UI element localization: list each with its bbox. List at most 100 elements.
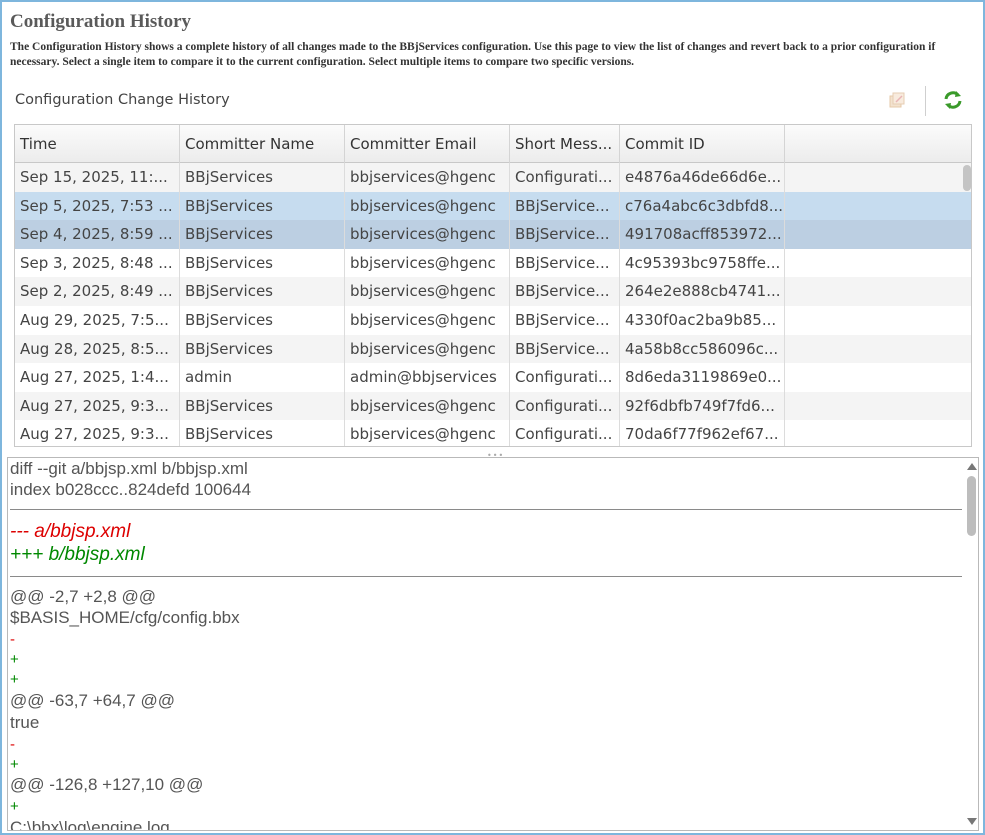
table-row[interactable]: Sep 5, 2025, 7:53 ... BBjServices bbjservi… [15, 191, 971, 221]
cell-filler [785, 420, 971, 446]
cell-filler [785, 192, 971, 221]
table-row[interactable]: Aug 27, 2025, 1:4... admin admin@bbjservic… [15, 363, 971, 392]
table-row[interactable]: Sep 3, 2025, 8:48 ... BBjServices bbjservi… [15, 248, 971, 278]
cell-commit-id: 92f6dbfb749f7fd6... [620, 391, 785, 421]
cell-short-message: BBjService... [510, 248, 620, 278]
page-title: Configuration History [10, 11, 192, 32]
cell-time: Aug 27, 2025, 9:3... [15, 391, 180, 421]
scroll-up-icon[interactable] [967, 463, 977, 470]
page-description: The Configuration History shows a comple… [10, 41, 936, 68]
grid-header: Time Committer Name Committer Email Shor… [15, 125, 971, 163]
table-row[interactable]: Aug 27, 2025, 9:3... BBjServices bbjservic… [15, 391, 971, 421]
column-header-committer-name[interactable]: Committer Name [180, 125, 345, 163]
cell-time: Sep 2, 2025, 8:49 ... [15, 277, 180, 306]
refresh-button[interactable] [942, 89, 964, 111]
cell-time: Sep 15, 2025, 11:... [15, 163, 180, 192]
cell-committer-name: BBjServices [180, 163, 345, 192]
cell-time: Aug 27, 2025, 1:4... [15, 363, 180, 392]
cell-committer-email: bbjservices@hgenc [345, 420, 510, 446]
cell-committer-name: BBjServices [180, 220, 345, 249]
refresh-icon [944, 91, 962, 109]
cell-short-message: Configurati... [510, 391, 620, 421]
table-row[interactable]: Sep 4, 2025, 8:59 ... BBjServices bbjservi… [15, 220, 971, 249]
column-header-committer-email[interactable]: Committer Email [345, 125, 510, 163]
column-header-short-message[interactable]: Short Mess... [510, 125, 620, 163]
diff-file-a: --- a/bbjsp.xml [10, 521, 131, 542]
cell-short-message: BBjService... [510, 277, 620, 306]
cell-committer-email: bbjservices@hgenc [345, 248, 510, 278]
diff-hunk-header: @@ -63,7 +64,7 @@ [10, 691, 175, 710]
cell-short-message: BBjService... [510, 305, 620, 335]
diff-scrollbar[interactable] [964, 458, 978, 830]
cell-commit-id: 70da6f77f962ef67... [620, 420, 785, 446]
cell-commit-id: c76a4abc6c3dbfd8... [620, 191, 785, 221]
cell-committer-name: BBjServices [180, 305, 345, 335]
cell-committer-email: bbjservices@hgenc [345, 277, 510, 306]
cell-committer-email: bbjservices@hgenc [345, 163, 510, 192]
diff-viewer: diff --git a/bbjsp.xml b/bbjsp.xml index… [7, 457, 979, 831]
cell-time: Sep 4, 2025, 8:59 ... [15, 220, 180, 249]
divider [10, 509, 962, 510]
revert-button[interactable] [886, 89, 908, 111]
column-header-filler [785, 125, 971, 163]
cell-commit-id: 4c95393bc9758ffe... [620, 248, 785, 278]
column-header-time[interactable]: Time [15, 125, 180, 163]
cell-filler [785, 163, 971, 192]
cell-time: Sep 5, 2025, 7:53 ... [15, 191, 180, 221]
cell-committer-email: bbjservices@hgenc [345, 334, 510, 364]
diff-header-line: diff --git a/bbjsp.xml b/bbjsp.xml [10, 459, 248, 478]
cell-short-message: Configurati... [510, 420, 620, 446]
cell-filler [785, 363, 971, 392]
cell-commit-id: e4876a46de66d6e... [620, 163, 785, 192]
diff-removed-line: - [10, 736, 15, 753]
table-row[interactable]: Aug 28, 2025, 8:5... BBjServices bbjservic… [15, 334, 971, 364]
diff-added-line: + [10, 671, 19, 688]
diff-hunk-header: @@ -126,8 +127,10 @@ [10, 775, 204, 794]
cell-committer-email: bbjservices@hgenc [345, 191, 510, 221]
diff-scroll-thumb[interactable] [967, 476, 976, 536]
cell-short-message: BBjService... [510, 334, 620, 364]
cell-committer-name: BBjServices [180, 334, 345, 364]
cell-committer-email: bbjservices@hgenc [345, 391, 510, 421]
table-row[interactable]: Aug 29, 2025, 7:5... BBjServices bbjservic… [15, 305, 971, 335]
cell-time: Aug 29, 2025, 7:5... [15, 305, 180, 335]
cell-committer-name: BBjServices [180, 391, 345, 421]
cell-commit-id: 4a58b8cc586096c... [620, 334, 785, 364]
cell-time: Aug 27, 2025, 9:3... [15, 420, 180, 446]
cell-filler [785, 249, 971, 278]
cell-committer-name: admin [180, 363, 345, 392]
cell-commit-id: 8d6eda3119869e0... [620, 363, 785, 392]
cell-committer-email: bbjservices@hgenc [345, 305, 510, 335]
column-header-commit-id[interactable]: Commit ID [620, 125, 785, 163]
section-label: Configuration Change History [15, 92, 230, 108]
cell-time: Sep 3, 2025, 8:48 ... [15, 248, 180, 278]
revert-icon [889, 92, 905, 108]
diff-added-line: + [10, 756, 19, 773]
cell-short-message: Configurati... [510, 363, 620, 392]
table-row[interactable]: Aug 27, 2025, 9:3... BBjServices bbjservic… [15, 420, 971, 446]
cell-filler [785, 335, 971, 364]
cell-filler [785, 392, 971, 421]
cell-committer-email: admin@bbjservices [345, 363, 510, 392]
cell-filler [785, 306, 971, 335]
cell-time: Aug 28, 2025, 8:5... [15, 334, 180, 364]
grid-body: Sep 15, 2025, 11:... BBjServices bbjservic… [15, 163, 971, 446]
grid-scroll-thumb[interactable] [963, 165, 971, 191]
cell-committer-name: BBjServices [180, 248, 345, 278]
cell-short-message: BBjService... [510, 220, 620, 249]
scroll-down-icon[interactable] [967, 818, 977, 825]
diff-hunk-header: @@ -2,7 +2,8 @@ [10, 587, 157, 606]
diff-context-line: true [10, 713, 40, 732]
table-row[interactable]: Sep 2, 2025, 8:49 ... BBjServices bbjservi… [15, 277, 971, 306]
cell-committer-name: BBjServices [180, 420, 345, 446]
grid-scrollbar[interactable] [961, 163, 971, 446]
diff-added-line: + [10, 798, 19, 815]
cell-short-message: BBjService... [510, 191, 620, 221]
diff-file-b: +++ b/bbjsp.xml [10, 544, 145, 565]
configuration-history-panel: Configuration History The Configuration … [0, 0, 985, 835]
diff-context-line: C:\bbx\log\engine.log [10, 818, 170, 831]
divider [10, 576, 962, 577]
table-row[interactable]: Sep 15, 2025, 11:... BBjServices bbjservic… [15, 163, 971, 192]
cell-commit-id: 4330f0ac2ba9b85... [620, 305, 785, 335]
cell-commit-id: 264e2e888cb4741... [620, 277, 785, 306]
